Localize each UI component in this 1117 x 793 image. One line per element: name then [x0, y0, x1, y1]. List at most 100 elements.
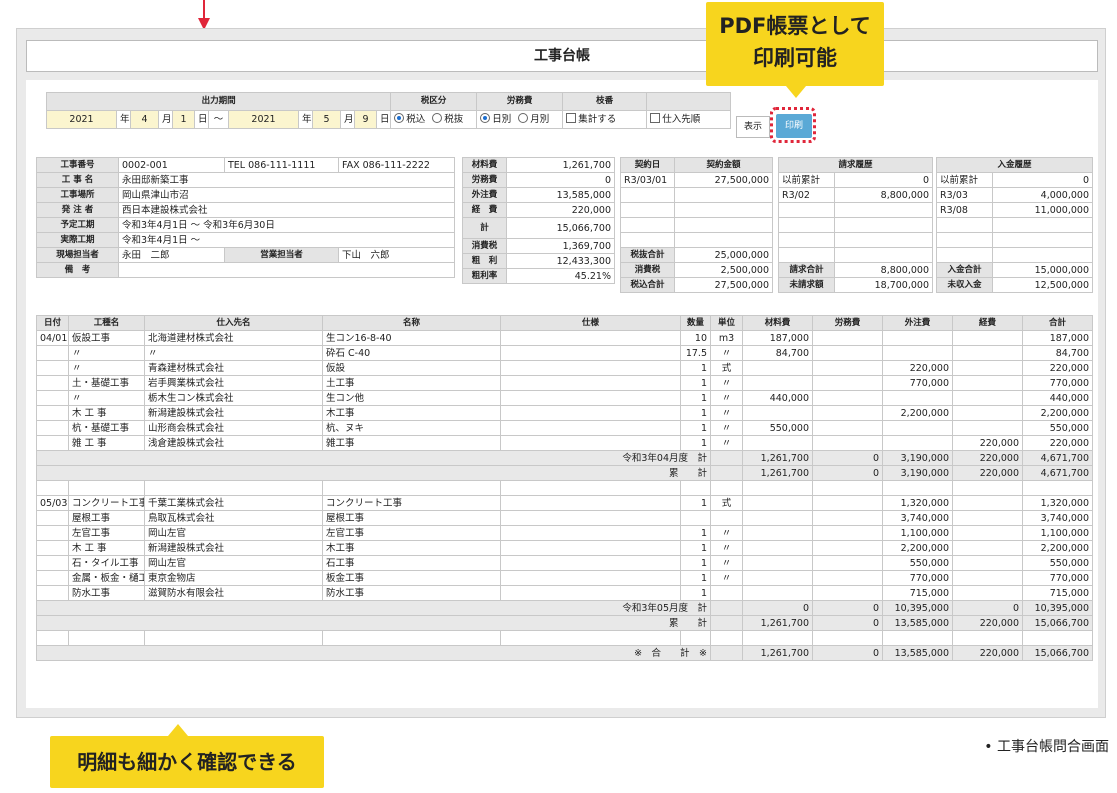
- show-button[interactable]: 表示: [736, 116, 770, 138]
- cost-value: 0: [506, 172, 615, 188]
- empty-cell: [620, 202, 675, 218]
- table-cell: [952, 480, 1023, 496]
- history-sum-value: 15,000,000: [991, 262, 1094, 278]
- contract-row: 税抜合計 25,000,000: [620, 247, 773, 263]
- table-cell: 2,200,000: [882, 405, 953, 421]
- radio-on-icon[interactable]: [480, 113, 491, 123]
- from-day-input[interactable]: 1: [172, 110, 195, 129]
- contract-date: R3/03/01: [620, 172, 675, 188]
- table-cell: 220,000: [1022, 435, 1093, 451]
- tilde: 〜: [208, 110, 229, 129]
- table-cell: 土・基礎工事: [68, 375, 145, 391]
- table-cell: [812, 540, 883, 556]
- table-cell: 仮設工事: [68, 330, 145, 346]
- info-value: [118, 262, 455, 278]
- cost-label: 計: [462, 217, 507, 239]
- table-cell: [322, 630, 501, 646]
- history-period: R3/03: [936, 187, 993, 203]
- table-row: 左官工事 岡山左官 左官工事 1 〃 1,100,000 1,100,000: [36, 525, 1093, 541]
- table-cell: [36, 375, 69, 391]
- table-cell: 木 工 事: [68, 405, 145, 421]
- table-cell: 千葉工業株式会社: [144, 495, 323, 511]
- info-label: 工事場所: [36, 187, 119, 203]
- table-cell: 石工事: [322, 555, 501, 571]
- cost-row: 粗 利 12,433,300: [462, 253, 615, 269]
- checkbox-icon[interactable]: [566, 113, 577, 123]
- table-cell: 1: [680, 435, 711, 451]
- info-row: 工事場所 岡山県津山市沼: [36, 187, 455, 203]
- from-year-input[interactable]: 2021: [46, 110, 117, 129]
- table-cell: [36, 360, 69, 376]
- table-cell: [742, 555, 813, 571]
- tax-out-label[interactable]: 税抜: [444, 114, 463, 125]
- table-cell: 1: [680, 360, 711, 376]
- table-cell: [36, 555, 69, 571]
- table-cell: 84,700: [1022, 345, 1093, 361]
- column-header: 日付: [36, 315, 69, 331]
- subtotal-value: 1,261,700: [742, 450, 813, 466]
- contract-table: 契約日 契約金額 R3/03/01 27,500,000 税抜合計 25,000,000 消…: [620, 157, 773, 293]
- aggregate-checkbox[interactable]: 集計する: [562, 110, 648, 129]
- table-cell: [812, 330, 883, 346]
- empty-cell: [778, 202, 835, 218]
- radio-off-icon[interactable]: [432, 113, 443, 123]
- table-cell: 屋根工事: [322, 510, 501, 526]
- info-label: 実際工期: [36, 232, 119, 248]
- contract-header-row: 契約日 契約金額: [620, 157, 773, 173]
- labor-monthly-label[interactable]: 月別: [530, 114, 549, 125]
- table-cell: [500, 525, 681, 541]
- contract-row: 消費税 2,500,000: [620, 262, 773, 278]
- empty-cell: [674, 187, 773, 203]
- table-row: 木 工 事新潟建設株式会社 木工事 1 〃 2,200,000 2,200,000: [36, 405, 1093, 421]
- table-cell: 220,000: [952, 435, 1023, 451]
- table-cell: 1,100,000: [1022, 525, 1093, 541]
- to-month-input[interactable]: 5: [312, 110, 341, 129]
- radio-off-icon[interactable]: [518, 113, 529, 123]
- table-cell: コンクリート工事: [322, 495, 501, 511]
- info-value: 岡山県津山市沼: [118, 187, 455, 203]
- from-month-input[interactable]: 4: [130, 110, 159, 129]
- table-cell: [500, 570, 681, 586]
- contract-row: 税込合計 27,500,000: [620, 277, 773, 293]
- table-cell: 栃木生コン株式会社: [144, 390, 323, 406]
- contract-row: [620, 187, 773, 203]
- subtotal-value: 15,066,700: [1022, 645, 1093, 661]
- tax-in-label[interactable]: 税込: [406, 114, 425, 125]
- history-row: [778, 232, 934, 248]
- aggregate-label: 集計する: [578, 114, 617, 125]
- supplier-order-checkbox[interactable]: 仕入先順: [646, 110, 732, 129]
- table-cell: 〃: [68, 360, 145, 376]
- supplier-order-label: 仕入先順: [662, 114, 701, 125]
- empty-cell: [936, 232, 993, 248]
- subtotal-label: ※ 合 計 ※: [36, 645, 711, 661]
- table-cell: [742, 435, 813, 451]
- checkbox-icon[interactable]: [650, 113, 661, 123]
- table-cell: [742, 405, 813, 421]
- table-cell: 1,320,000: [1022, 495, 1093, 511]
- cost-label: 消費税: [462, 238, 507, 254]
- contract-row: [620, 217, 773, 233]
- table-cell: 鳥取瓦株式会社: [144, 510, 323, 526]
- column-header: 名称: [322, 315, 501, 331]
- history-row: [936, 232, 1094, 248]
- to-day-input[interactable]: 9: [354, 110, 377, 129]
- table-cell: [36, 630, 69, 646]
- history-row: 以前累計 0: [778, 172, 934, 188]
- history-amount: 8,800,000: [833, 187, 934, 203]
- table-cell: 550,000: [1022, 420, 1093, 436]
- pdf-print-callout: PDF帳票として 印刷可能: [706, 2, 884, 98]
- table-cell: [952, 375, 1023, 391]
- info-row: 予定工期 令和3年4月1日 〜 令和3年6月30日: [36, 217, 455, 233]
- labor-daily-label[interactable]: 日別: [492, 114, 511, 125]
- subtotal-label: 累 計: [36, 615, 711, 631]
- history-row: [936, 247, 1094, 263]
- info-label: 発 注 者: [36, 202, 119, 218]
- table-cell: [500, 555, 681, 571]
- to-year-input[interactable]: 2021: [228, 110, 299, 129]
- table-cell: 04/01: [36, 330, 69, 346]
- empty-cell: [778, 232, 835, 248]
- subtotal-row: 令和3年05月度 計 0 0 10,395,000 0 10,395,000: [36, 600, 1093, 616]
- radio-on-icon[interactable]: [394, 113, 405, 123]
- history-amount: 11,000,000: [991, 202, 1094, 218]
- table-cell: 550,000: [882, 555, 953, 571]
